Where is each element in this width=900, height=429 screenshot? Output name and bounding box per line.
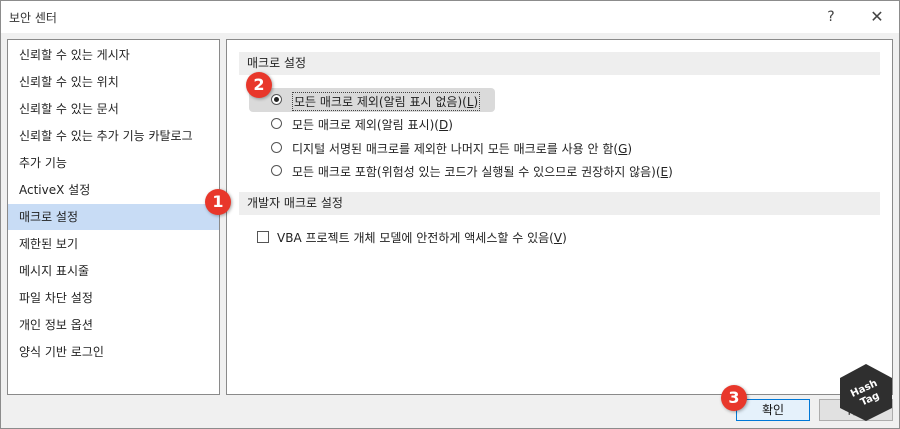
step-marker-1: 1 <box>205 189 231 215</box>
radio-button[interactable] <box>271 165 282 176</box>
radio-label: 모든 매크로 포함(위험성 있는 코드가 실행될 수 있으므로 권장하지 않음)… <box>292 165 673 179</box>
developer-macro-settings-header: 개발자 매크로 설정 <box>239 192 880 215</box>
checkbox-label: VBA 프로젝트 개체 모델에 안전하게 액세스할 수 있음(V) <box>277 231 567 245</box>
vba-access-checkbox[interactable] <box>257 231 269 243</box>
radio-label: 디지털 서명된 매크로를 제외한 나머지 모든 매크로를 사용 안 함(G) <box>292 142 633 156</box>
title-bar: 보안 센터 ? ✕ <box>1 1 899 33</box>
sidebar-item-message-bar[interactable]: 메시지 표시줄 <box>8 258 219 284</box>
radio-button[interactable] <box>271 118 282 129</box>
radio-label: 모든 매크로 제외(알림 표시 없음)(L) <box>292 92 481 111</box>
help-button[interactable]: ? <box>819 5 843 29</box>
sidebar-item-addins[interactable]: 추가 기능 <box>8 150 219 176</box>
sidebar-item-form-based-signin[interactable]: 양식 기반 로그인 <box>8 339 219 365</box>
close-button[interactable]: ✕ <box>865 5 889 29</box>
macro-settings-header: 매크로 설정 <box>239 52 880 75</box>
window-title: 보안 센터 <box>9 11 57 25</box>
sidebar-item-activex[interactable]: ActiveX 설정 <box>8 177 219 203</box>
sidebar-item-trusted-addin-catalogs[interactable]: 신뢰할 수 있는 추가 기능 카탈로그 <box>8 123 219 149</box>
sidebar-nav: 신뢰할 수 있는 게시자 신뢰할 수 있는 위치 신뢰할 수 있는 문서 신뢰할… <box>7 39 220 395</box>
sidebar-item-trusted-locations[interactable]: 신뢰할 수 있는 위치 <box>8 69 219 95</box>
hashtag-logo-icon: Hash Tag <box>840 364 892 421</box>
sidebar-item-trusted-publishers[interactable]: 신뢰할 수 있는 게시자 <box>8 42 219 68</box>
radio-button[interactable] <box>271 142 282 153</box>
sidebar-item-trusted-documents[interactable]: 신뢰할 수 있는 문서 <box>8 96 219 122</box>
radio-button[interactable] <box>271 94 282 105</box>
radio-dot <box>274 97 279 102</box>
sidebar-item-file-block[interactable]: 파일 차단 설정 <box>8 285 219 311</box>
macro-settings-panel: 매크로 설정 모든 매크로 제외(알림 표시 없음)(L) 모든 매크로 제외(… <box>226 39 893 395</box>
sidebar-item-macro-settings[interactable]: 매크로 설정 <box>8 204 219 230</box>
sidebar-item-privacy-options[interactable]: 개인 정보 옵션 <box>8 312 219 338</box>
trust-center-dialog: 보안 센터 ? ✕ 신뢰할 수 있는 게시자 신뢰할 수 있는 위치 신뢰할 수… <box>0 0 900 429</box>
step-marker-2: 2 <box>246 72 272 98</box>
step-marker-3: 3 <box>721 385 747 411</box>
ok-button[interactable]: 확인 <box>736 399 810 421</box>
sidebar-item-protected-view[interactable]: 제한된 보기 <box>8 231 219 257</box>
radio-label: 모든 매크로 제외(알림 표시)(D) <box>292 118 453 132</box>
